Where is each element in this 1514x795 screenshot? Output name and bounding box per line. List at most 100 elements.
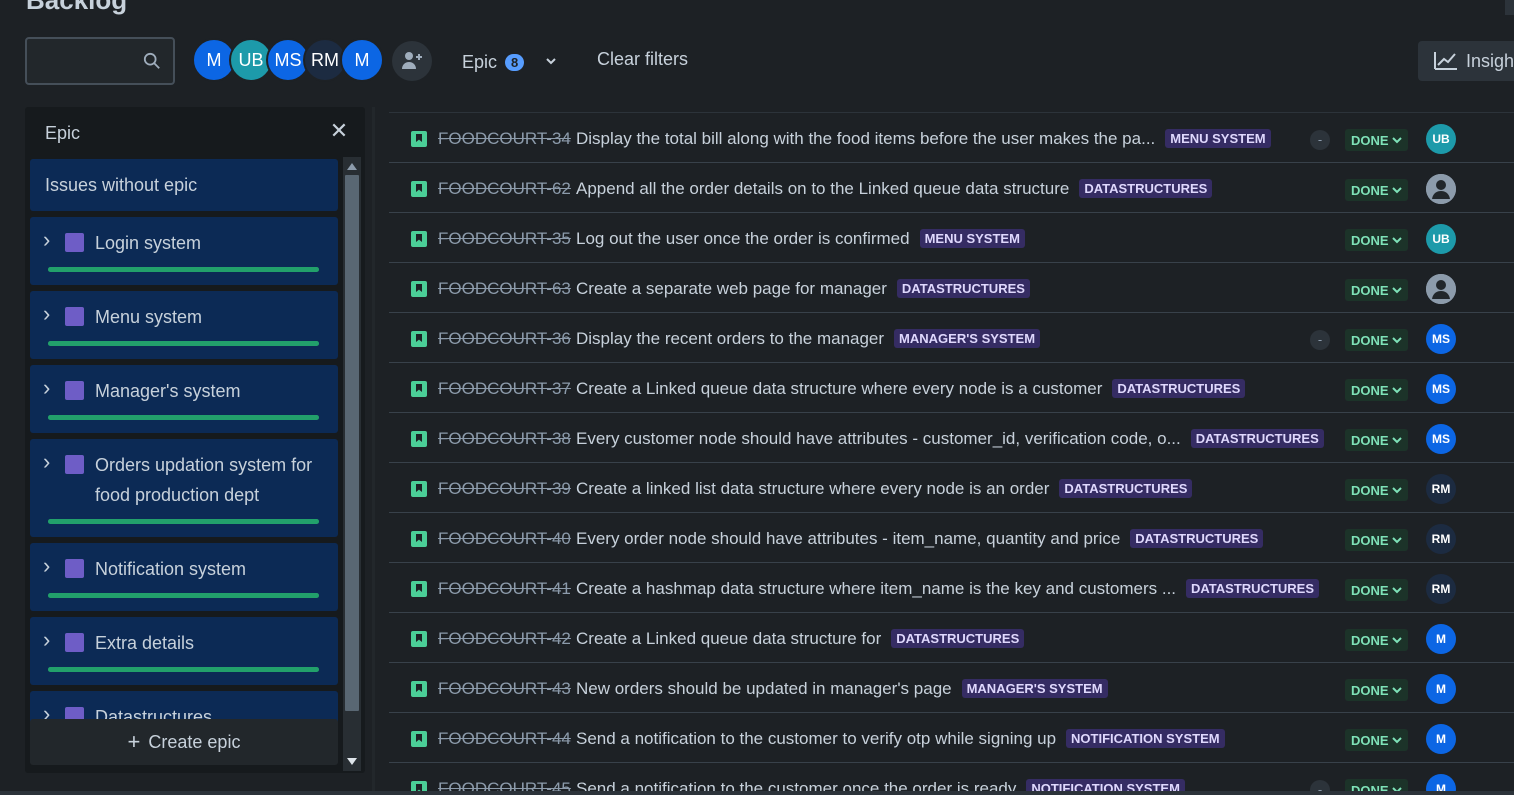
status-dropdown[interactable]: DONE	[1345, 529, 1408, 551]
issue-row[interactable]: FOODCOURT-35 Log out the user once the or…	[389, 213, 1514, 263]
issue-row[interactable]: FOODCOURT-34 Display the total bill along…	[389, 113, 1514, 163]
assignee-avatar[interactable]: RM	[1426, 524, 1456, 554]
issue-key[interactable]: FOODCOURT-41	[438, 579, 571, 599]
status-dropdown[interactable]: DONE	[1345, 679, 1408, 701]
status-dropdown[interactable]: DONE	[1345, 729, 1408, 751]
clear-filters-button[interactable]: Clear filters	[597, 49, 688, 70]
status-dropdown[interactable]: DONE	[1345, 429, 1408, 451]
status-dropdown[interactable]: DONE	[1345, 479, 1408, 501]
epic-item-no-epic[interactable]: Issues without epic	[30, 159, 338, 211]
assignee-avatar[interactable]: UB	[1426, 224, 1456, 254]
epic-item[interactable]: › Manager's system	[30, 365, 338, 433]
issue-key[interactable]: FOODCOURT-35	[438, 229, 571, 249]
epic-label-badge[interactable]: DATASTRUCTURES	[896, 279, 1030, 298]
issue-key[interactable]: FOODCOURT-37	[438, 379, 571, 399]
issue-summary[interactable]: Append all the order details on to the L…	[576, 179, 1069, 199]
epic-label-badge[interactable]: DATASTRUCTURES	[891, 629, 1025, 648]
scrollbar-thumb[interactable]	[345, 175, 359, 711]
scroll-down-icon[interactable]	[347, 758, 357, 765]
issue-row[interactable]: FOODCOURT-38 Every customer node should h…	[389, 413, 1514, 463]
issue-summary[interactable]: Display the total bill along with the fo…	[576, 129, 1155, 149]
issue-summary[interactable]: Every customer node should have attribut…	[576, 429, 1181, 449]
issue-summary[interactable]: New orders should be updated in manager'…	[576, 679, 952, 699]
issue-key[interactable]: FOODCOURT-62	[438, 179, 571, 199]
assignee-avatar[interactable]: UB	[1426, 124, 1456, 154]
chevron-right-icon[interactable]: ›	[43, 301, 50, 327]
issue-summary[interactable]: Create a Linked queue data structure whe…	[576, 379, 1102, 399]
unassigned-user-icon[interactable]	[1426, 274, 1456, 304]
status-dropdown[interactable]: DONE	[1345, 579, 1408, 601]
epic-filter-dropdown[interactable]: Epic 8	[462, 48, 558, 76]
epic-label-badge[interactable]: NOTIFICATION SYSTEM	[1066, 729, 1225, 748]
epic-item[interactable]: › Extra details	[30, 617, 338, 685]
add-people-button[interactable]	[392, 41, 432, 81]
estimate-badge[interactable]: -	[1310, 130, 1330, 150]
epic-label-badge[interactable]: MENU SYSTEM	[919, 229, 1025, 248]
status-dropdown[interactable]: DONE	[1345, 179, 1408, 201]
issue-key[interactable]: FOODCOURT-44	[438, 729, 571, 749]
issue-row[interactable]: FOODCOURT-43 New orders should be updated…	[389, 663, 1514, 713]
epic-item[interactable]: › Notification system	[30, 543, 338, 611]
search-input[interactable]	[25, 37, 175, 85]
chevron-right-icon[interactable]: ›	[43, 375, 50, 401]
avatar[interactable]: M	[340, 38, 384, 82]
issue-summary[interactable]: Log out the user once the order is confi…	[576, 229, 910, 249]
epic-label-badge[interactable]: DATASTRUCTURES	[1112, 379, 1246, 398]
epic-label-badge[interactable]: MENU SYSTEM	[1165, 129, 1271, 148]
issue-row[interactable]: FOODCOURT-40 Every order node should have…	[389, 513, 1514, 563]
issue-key[interactable]: FOODCOURT-39	[438, 479, 571, 499]
issue-summary[interactable]: Create a hashmap data structure where it…	[576, 579, 1176, 599]
epic-label-badge[interactable]: DATASTRUCTURES	[1059, 479, 1193, 498]
issue-summary[interactable]: Create a linked list data structure wher…	[576, 479, 1049, 499]
close-icon[interactable]: ✕	[329, 120, 349, 142]
status-dropdown[interactable]: DONE	[1345, 379, 1408, 401]
epic-panel-scrollbar[interactable]	[343, 157, 361, 771]
chevron-right-icon[interactable]: ›	[43, 449, 50, 475]
issue-row[interactable]: FOODCOURT-62 Append all the order details…	[389, 163, 1514, 213]
issue-row[interactable]: FOODCOURT-37 Create a Linked queue data s…	[389, 363, 1514, 413]
issue-row[interactable]: FOODCOURT-42 Create a Linked queue data s…	[389, 613, 1514, 663]
epic-item[interactable]: › Menu system	[30, 291, 338, 359]
issue-summary[interactable]: Send a notification to the customer to v…	[576, 729, 1056, 749]
issue-key[interactable]: FOODCOURT-38	[438, 429, 571, 449]
issue-row[interactable]: FOODCOURT-39 Create a linked list data st…	[389, 463, 1514, 513]
issue-key[interactable]: FOODCOURT-40	[438, 529, 571, 549]
issue-row[interactable]: FOODCOURT-63 Create a separate web page f…	[389, 263, 1514, 313]
issue-summary[interactable]: Create a separate web page for manager	[576, 279, 887, 299]
issue-key[interactable]: FOODCOURT-63	[438, 279, 571, 299]
status-dropdown[interactable]: DONE	[1345, 629, 1408, 651]
issue-summary[interactable]: Every order node should have attributes …	[576, 529, 1120, 549]
assignee-avatar[interactable]: M	[1426, 674, 1456, 704]
status-dropdown[interactable]: DONE	[1345, 279, 1408, 301]
epic-label-badge[interactable]: DATASTRUCTURES	[1190, 429, 1324, 448]
assignee-avatar[interactable]: MS	[1426, 424, 1456, 454]
panel-divider[interactable]	[372, 107, 375, 795]
epic-label-badge[interactable]: DATASTRUCTURES	[1130, 529, 1264, 548]
assignee-avatar[interactable]: MS	[1426, 374, 1456, 404]
chevron-right-icon[interactable]: ›	[43, 627, 50, 653]
issue-summary[interactable]: Create a Linked queue data structure for	[576, 629, 881, 649]
assignee-avatar[interactable]: MS	[1426, 324, 1456, 354]
issue-key[interactable]: FOODCOURT-42	[438, 629, 571, 649]
issue-key[interactable]: FOODCOURT-36	[438, 329, 571, 349]
estimate-badge[interactable]: -	[1310, 330, 1330, 350]
epic-item[interactable]: › Login system	[30, 217, 338, 285]
epic-label-badge[interactable]: DATASTRUCTURES	[1186, 579, 1320, 598]
epic-item[interactable]: › Orders updation system for food product…	[30, 439, 338, 537]
status-dropdown[interactable]: DONE	[1345, 229, 1408, 251]
issue-key[interactable]: FOODCOURT-43	[438, 679, 571, 699]
status-dropdown[interactable]: DONE	[1345, 329, 1408, 351]
assignee-avatar[interactable]: M	[1426, 724, 1456, 754]
assignee-avatar[interactable]: RM	[1426, 474, 1456, 504]
issue-summary[interactable]: Display the recent orders to the manager	[576, 329, 884, 349]
unassigned-user-icon[interactable]	[1426, 174, 1456, 204]
issue-row[interactable]: FOODCOURT-44 Send a notification to the c…	[389, 713, 1514, 763]
issue-row[interactable]: FOODCOURT-36 Display the recent orders to…	[389, 313, 1514, 363]
epic-label-badge[interactable]: MANAGER'S SYSTEM	[961, 679, 1108, 698]
chevron-right-icon[interactable]: ›	[43, 553, 50, 579]
chevron-right-icon[interactable]: ›	[43, 227, 50, 253]
scroll-up-icon[interactable]	[347, 163, 357, 170]
assignee-avatar[interactable]: M	[1426, 624, 1456, 654]
insights-button[interactable]: Insigh	[1418, 41, 1514, 81]
status-dropdown[interactable]: DONE	[1345, 129, 1408, 151]
